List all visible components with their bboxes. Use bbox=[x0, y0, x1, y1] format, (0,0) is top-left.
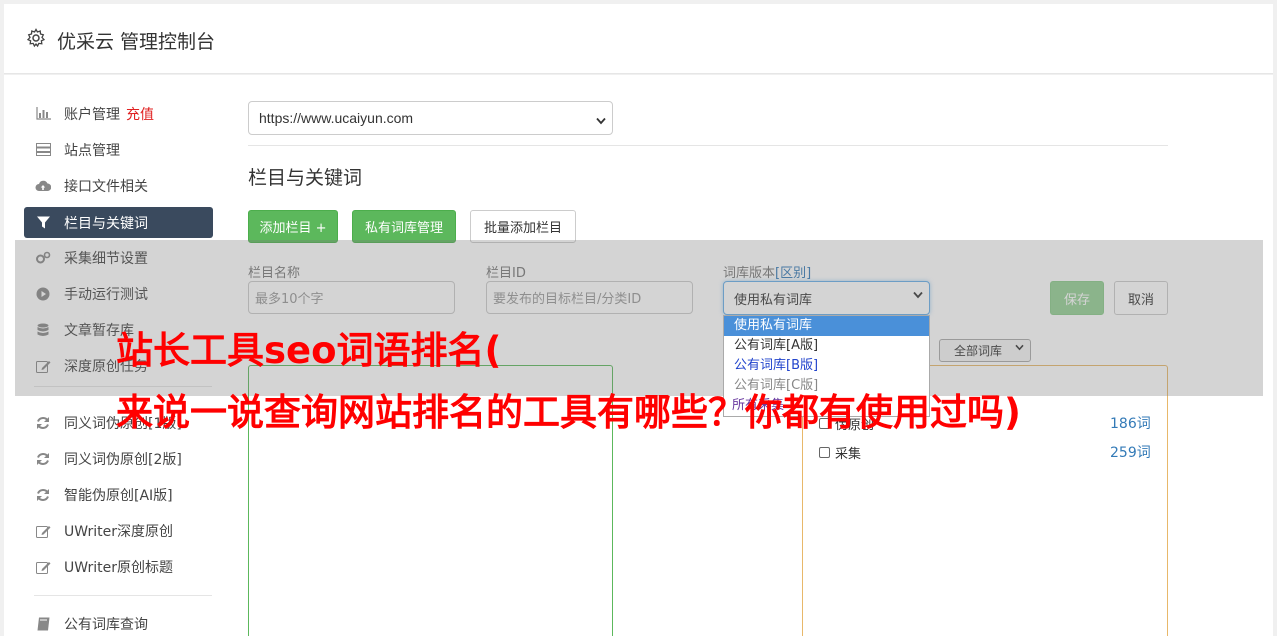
sidebar-item-uwriter-title[interactable]: UWriter原创标题 bbox=[24, 551, 213, 582]
watermark-line-2: 来说一说查询网站排名的工具有哪些？你都有使用过吗) bbox=[116, 391, 1021, 434]
sidebar-item-label: UWriter原创标题 bbox=[64, 559, 173, 576]
batch-add-column-button[interactable]: 批量添加栏目 bbox=[470, 210, 576, 243]
site-select[interactable]: https://www.ucaiyun.com bbox=[248, 101, 613, 135]
dropdown-option[interactable]: 公有词库[A版] bbox=[724, 336, 929, 356]
sidebar-item-public-lib[interactable]: 公有词库查询 bbox=[24, 608, 213, 636]
sidebar-item-columns[interactable]: 栏目与关键词 bbox=[24, 207, 213, 238]
sidebar-divider bbox=[34, 595, 212, 596]
sidebar-item-label: 账户管理 bbox=[64, 106, 120, 123]
category-count: 186词 bbox=[1110, 416, 1151, 432]
sidebar-item-label: 公有词库查询 bbox=[64, 616, 148, 633]
watermark-line-1: 站长工具seo词语排名( bbox=[116, 329, 502, 372]
dropdown-option[interactable]: 使用私有词库 bbox=[724, 316, 929, 336]
sidebar-item-ai-original[interactable]: 智能伪原创[AI版] bbox=[24, 479, 213, 510]
dropdown-option[interactable]: 公有词库[B版] bbox=[724, 356, 929, 376]
sidebar-item-label: 站点管理 bbox=[64, 142, 120, 159]
sidebar-item-sites[interactable]: 站点管理 bbox=[24, 134, 213, 165]
refresh-icon bbox=[35, 451, 51, 467]
sidebar-item-label: 同义词伪原创[2版] bbox=[64, 451, 182, 468]
checkbox[interactable] bbox=[819, 447, 830, 458]
edit-icon bbox=[35, 559, 51, 575]
site-select-value: https://www.ucaiyun.com bbox=[259, 110, 414, 126]
section-divider bbox=[248, 145, 1168, 146]
category-checkbox-collect[interactable]: 采集 bbox=[819, 443, 861, 462]
cloud-upload-icon bbox=[35, 178, 51, 194]
chevron-down-icon bbox=[596, 112, 606, 128]
private-lib-button[interactable]: 私有词库管理 bbox=[352, 210, 456, 243]
sidebar-item-label: UWriter深度原创 bbox=[64, 523, 173, 540]
category-count: 259词 bbox=[1110, 445, 1151, 461]
filter-icon bbox=[35, 215, 51, 231]
edit-icon bbox=[35, 523, 51, 539]
sidebar-item-label: 接口文件相关 bbox=[64, 178, 148, 195]
app-title: 优采云 管理控制台 bbox=[57, 31, 216, 53]
category-label: 采集 bbox=[835, 447, 862, 462]
server-icon bbox=[35, 142, 51, 158]
refresh-icon bbox=[35, 415, 51, 431]
sidebar-item-uwriter-deep[interactable]: UWriter深度原创 bbox=[24, 515, 213, 546]
page-title: 栏目与关键词 bbox=[248, 167, 363, 189]
sidebar-item-label: 栏目与关键词 bbox=[64, 215, 148, 232]
sidebar-item-account[interactable]: 账户管理 充值 bbox=[24, 98, 213, 129]
add-column-button[interactable]: 添加栏目 + bbox=[248, 210, 338, 243]
sidebar-item-label: 智能伪原创[AI版] bbox=[64, 487, 173, 504]
sidebar-item-interface[interactable]: 接口文件相关 bbox=[24, 170, 213, 201]
gear-icon bbox=[26, 28, 46, 48]
recharge-link[interactable]: 充值 bbox=[126, 104, 154, 124]
refresh-icon bbox=[35, 487, 51, 503]
top-bar: 优采云 管理控制台 bbox=[4, 4, 1273, 74]
sidebar-item-synonym-v2[interactable]: 同义词伪原创[2版] bbox=[24, 443, 213, 474]
book-icon bbox=[35, 616, 51, 632]
bar-chart-icon bbox=[35, 106, 51, 122]
